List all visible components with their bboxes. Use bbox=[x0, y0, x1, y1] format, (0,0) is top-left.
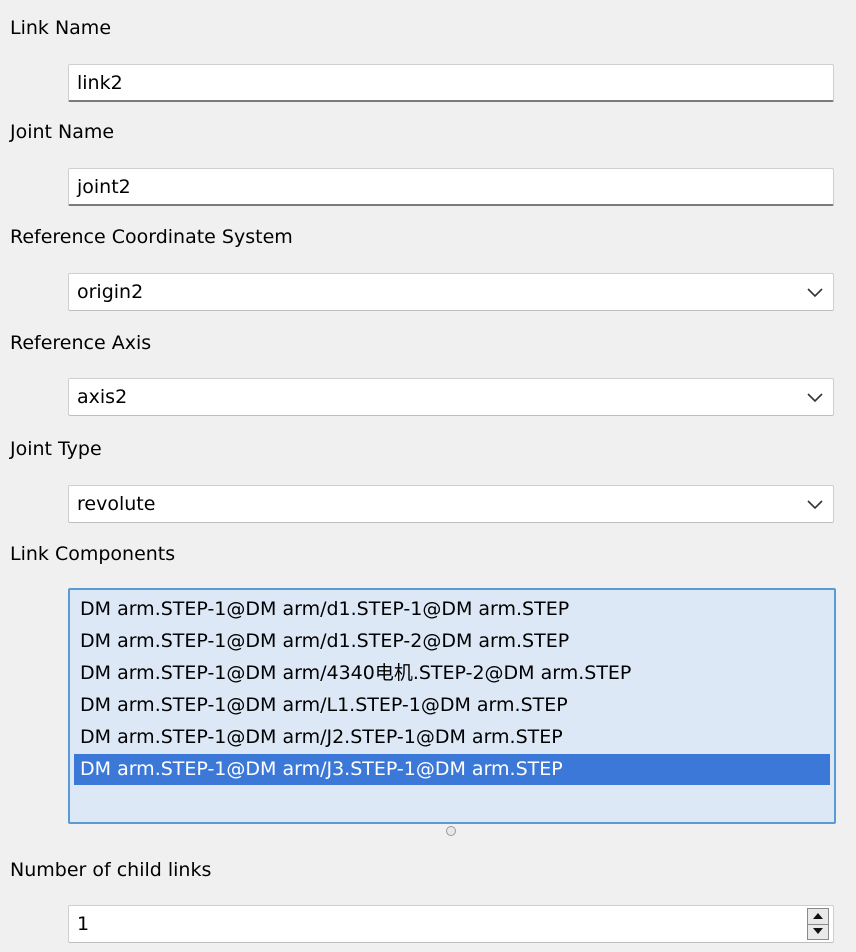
reference-axis-value: axis2 bbox=[77, 386, 128, 408]
link-name-label: Link Name bbox=[10, 17, 112, 39]
list-item[interactable]: DM arm.STEP-1@DM arm/4340电机.STEP-2@DM ar… bbox=[74, 658, 830, 689]
chevron-down-icon[interactable] bbox=[805, 494, 825, 514]
spin-up-icon[interactable] bbox=[808, 909, 828, 925]
list-item[interactable]: DM arm.STEP-1@DM arm/L1.STEP-1@DM arm.ST… bbox=[74, 690, 830, 721]
joint-type-dropdown[interactable]: revolute bbox=[68, 485, 834, 523]
list-item[interactable]: DM arm.STEP-1@DM arm/J2.STEP-1@DM arm.ST… bbox=[74, 722, 830, 753]
joint-type-value: revolute bbox=[77, 493, 156, 515]
resize-grip-icon[interactable] bbox=[446, 826, 456, 836]
link-name-input[interactable]: link2 bbox=[68, 64, 834, 102]
link-properties-panel: Link Name link2 Joint Name joint2 Refere… bbox=[0, 0, 856, 952]
list-item[interactable]: DM arm.STEP-1@DM arm/d1.STEP-2@DM arm.ST… bbox=[74, 626, 830, 657]
joint-type-label: Joint Type bbox=[10, 438, 102, 460]
joint-name-value: joint2 bbox=[77, 176, 131, 198]
link-components-list[interactable]: DM arm.STEP-1@DM arm/d1.STEP-1@DM arm.ST… bbox=[68, 588, 836, 824]
joint-name-input[interactable]: joint2 bbox=[68, 168, 834, 206]
reference-axis-dropdown[interactable]: axis2 bbox=[68, 378, 834, 416]
link-components-label: Link Components bbox=[10, 543, 176, 565]
list-item-selected[interactable]: DM arm.STEP-1@DM arm/J3.STEP-1@DM arm.ST… bbox=[74, 754, 830, 785]
number-of-child-links-spinbox[interactable]: 1 bbox=[68, 905, 834, 943]
spin-down-icon[interactable] bbox=[808, 924, 828, 939]
number-of-child-links-value: 1 bbox=[77, 913, 90, 935]
link-name-value: link2 bbox=[77, 72, 123, 94]
reference-coordinate-system-dropdown[interactable]: origin2 bbox=[68, 273, 834, 311]
chevron-down-icon[interactable] bbox=[805, 387, 825, 407]
joint-name-label: Joint Name bbox=[10, 121, 115, 143]
number-of-child-links-label: Number of child links bbox=[10, 859, 212, 881]
reference-coordinate-system-value: origin2 bbox=[77, 281, 144, 303]
reference-coordinate-system-label: Reference Coordinate System bbox=[10, 226, 293, 248]
reference-axis-label: Reference Axis bbox=[10, 332, 152, 354]
chevron-down-icon[interactable] bbox=[805, 282, 825, 302]
spin-buttons bbox=[807, 908, 829, 940]
list-item[interactable]: DM arm.STEP-1@DM arm/d1.STEP-1@DM arm.ST… bbox=[74, 594, 830, 625]
